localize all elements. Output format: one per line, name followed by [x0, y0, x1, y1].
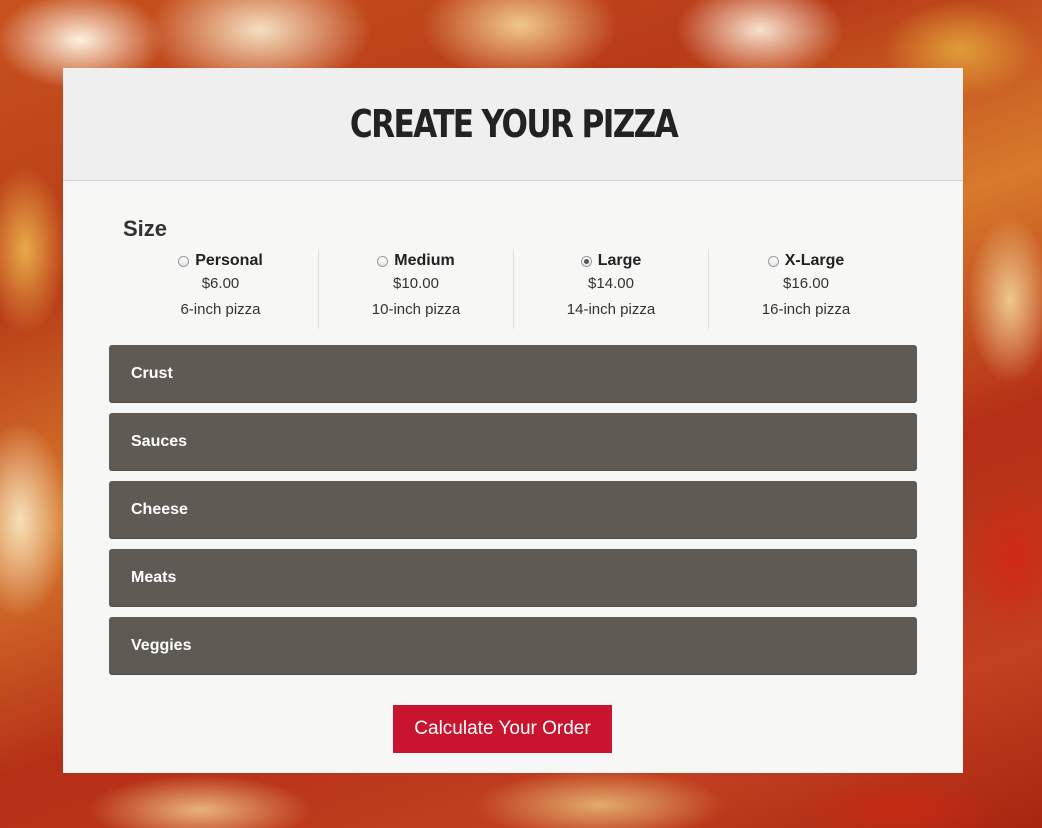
accordion-veggies[interactable]: Veggies: [109, 617, 917, 675]
accordion-label: Crust: [131, 365, 173, 382]
size-option-name: Large: [597, 252, 642, 269]
size-label: Size: [123, 216, 168, 241]
size-option-desc: 6-inch pizza: [180, 301, 261, 318]
size-option-large[interactable]: Large $14.00 14-inch pizza: [513, 249, 708, 329]
size-option-desc: 16-inch pizza: [761, 301, 851, 318]
page-title: CREATE YOUR PIZZA: [349, 102, 678, 146]
size-options: Personal $6.00 6-inch pizza Medium $10.0…: [123, 249, 903, 329]
accordion-cheese[interactable]: Cheese: [109, 481, 917, 539]
size-option-price: $16.00: [783, 275, 829, 292]
size-radio-personal[interactable]: [178, 255, 190, 267]
size-option-medium[interactable]: Medium $10.00 10-inch pizza: [318, 249, 513, 329]
size-option-name: Personal: [195, 252, 263, 269]
size-option-price: $6.00: [201, 275, 240, 292]
size-option-name: X-Large: [784, 252, 845, 269]
size-section: Size Personal $6.00 6-inch pizza Medium …: [123, 214, 903, 329]
card-header: CREATE YOUR PIZZA: [63, 68, 963, 181]
accordion-label: Meats: [131, 569, 177, 586]
size-option-price: $14.00: [588, 275, 634, 292]
size-option-price: $10.00: [393, 275, 439, 292]
size-option-name: Medium: [394, 252, 455, 269]
size-option-x-large[interactable]: X-Large $16.00 16-inch pizza: [708, 249, 903, 329]
size-option-desc: 10-inch pizza: [371, 301, 461, 318]
topping-accordion: Crust Sauces Cheese Meats Veggies: [109, 345, 917, 685]
pizza-builder-card: CREATE YOUR PIZZA Size Personal $6.00 6-…: [63, 68, 963, 773]
accordion-label: Cheese: [131, 501, 188, 518]
accordion-crust[interactable]: Crust: [109, 345, 917, 403]
size-radio-large[interactable]: [580, 255, 592, 267]
calculate-order-button[interactable]: Calculate Your Order: [393, 705, 612, 753]
accordion-label: Sauces: [131, 433, 188, 450]
size-radio-x-large[interactable]: [767, 255, 779, 267]
size-option-desc: 14-inch pizza: [566, 301, 656, 318]
size-radio-medium[interactable]: [377, 255, 389, 267]
accordion-meats[interactable]: Meats: [109, 549, 917, 607]
size-option-personal[interactable]: Personal $6.00 6-inch pizza: [123, 249, 318, 329]
accordion-sauces[interactable]: Sauces: [109, 413, 917, 471]
accordion-label: Veggies: [131, 637, 192, 654]
